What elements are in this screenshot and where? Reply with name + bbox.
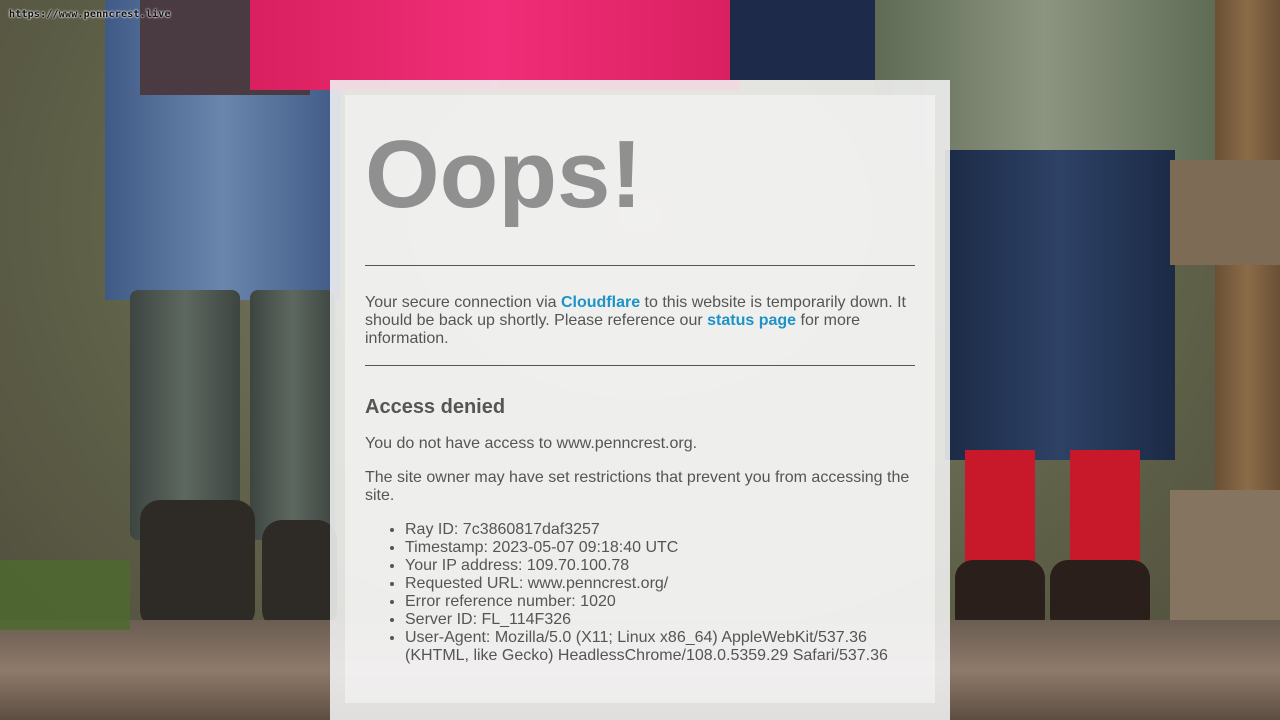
detail-error-reference: Error reference number: 1020 <box>405 593 915 611</box>
status-page-link[interactable]: status page <box>707 312 796 329</box>
detail-requested-url: Requested URL: www.penncrest.org/ <box>405 575 915 593</box>
divider-top <box>365 265 915 266</box>
section-heading: Access denied <box>365 396 506 418</box>
detail-server-id: Server ID: FL_114F326 <box>405 611 915 629</box>
no-access-text: You do not have access to www.penncrest.… <box>365 435 698 452</box>
detail-user-agent: User-Agent: Mozilla/5.0 (X11; Linux x86_… <box>405 629 915 665</box>
detail-timestamp: Timestamp: 2023-05-07 09:18:40 UTC <box>405 539 915 557</box>
page-title: Oops! <box>365 121 643 228</box>
error-content: Oops! Your secure connection via Cloudfl… <box>365 95 915 665</box>
url-overlay-text: https://www.pennсrеst.live <box>9 9 171 20</box>
detail-ip-address: Your IP address: 109.70.100.78 <box>405 557 915 575</box>
intro-paragraph: Your secure connection via Cloudflare to… <box>365 294 915 348</box>
error-details-list: Ray ID: 7c3860817daf3257 Timestamp: 2023… <box>365 521 915 665</box>
restriction-text: The site owner may have set restrictions… <box>365 469 910 504</box>
detail-ray-id: Ray ID: 7c3860817daf3257 <box>405 521 915 539</box>
cloudflare-link[interactable]: Cloudflare <box>561 294 640 311</box>
divider-bottom <box>365 365 915 366</box>
intro-text-start: Your secure connection via <box>365 294 561 311</box>
